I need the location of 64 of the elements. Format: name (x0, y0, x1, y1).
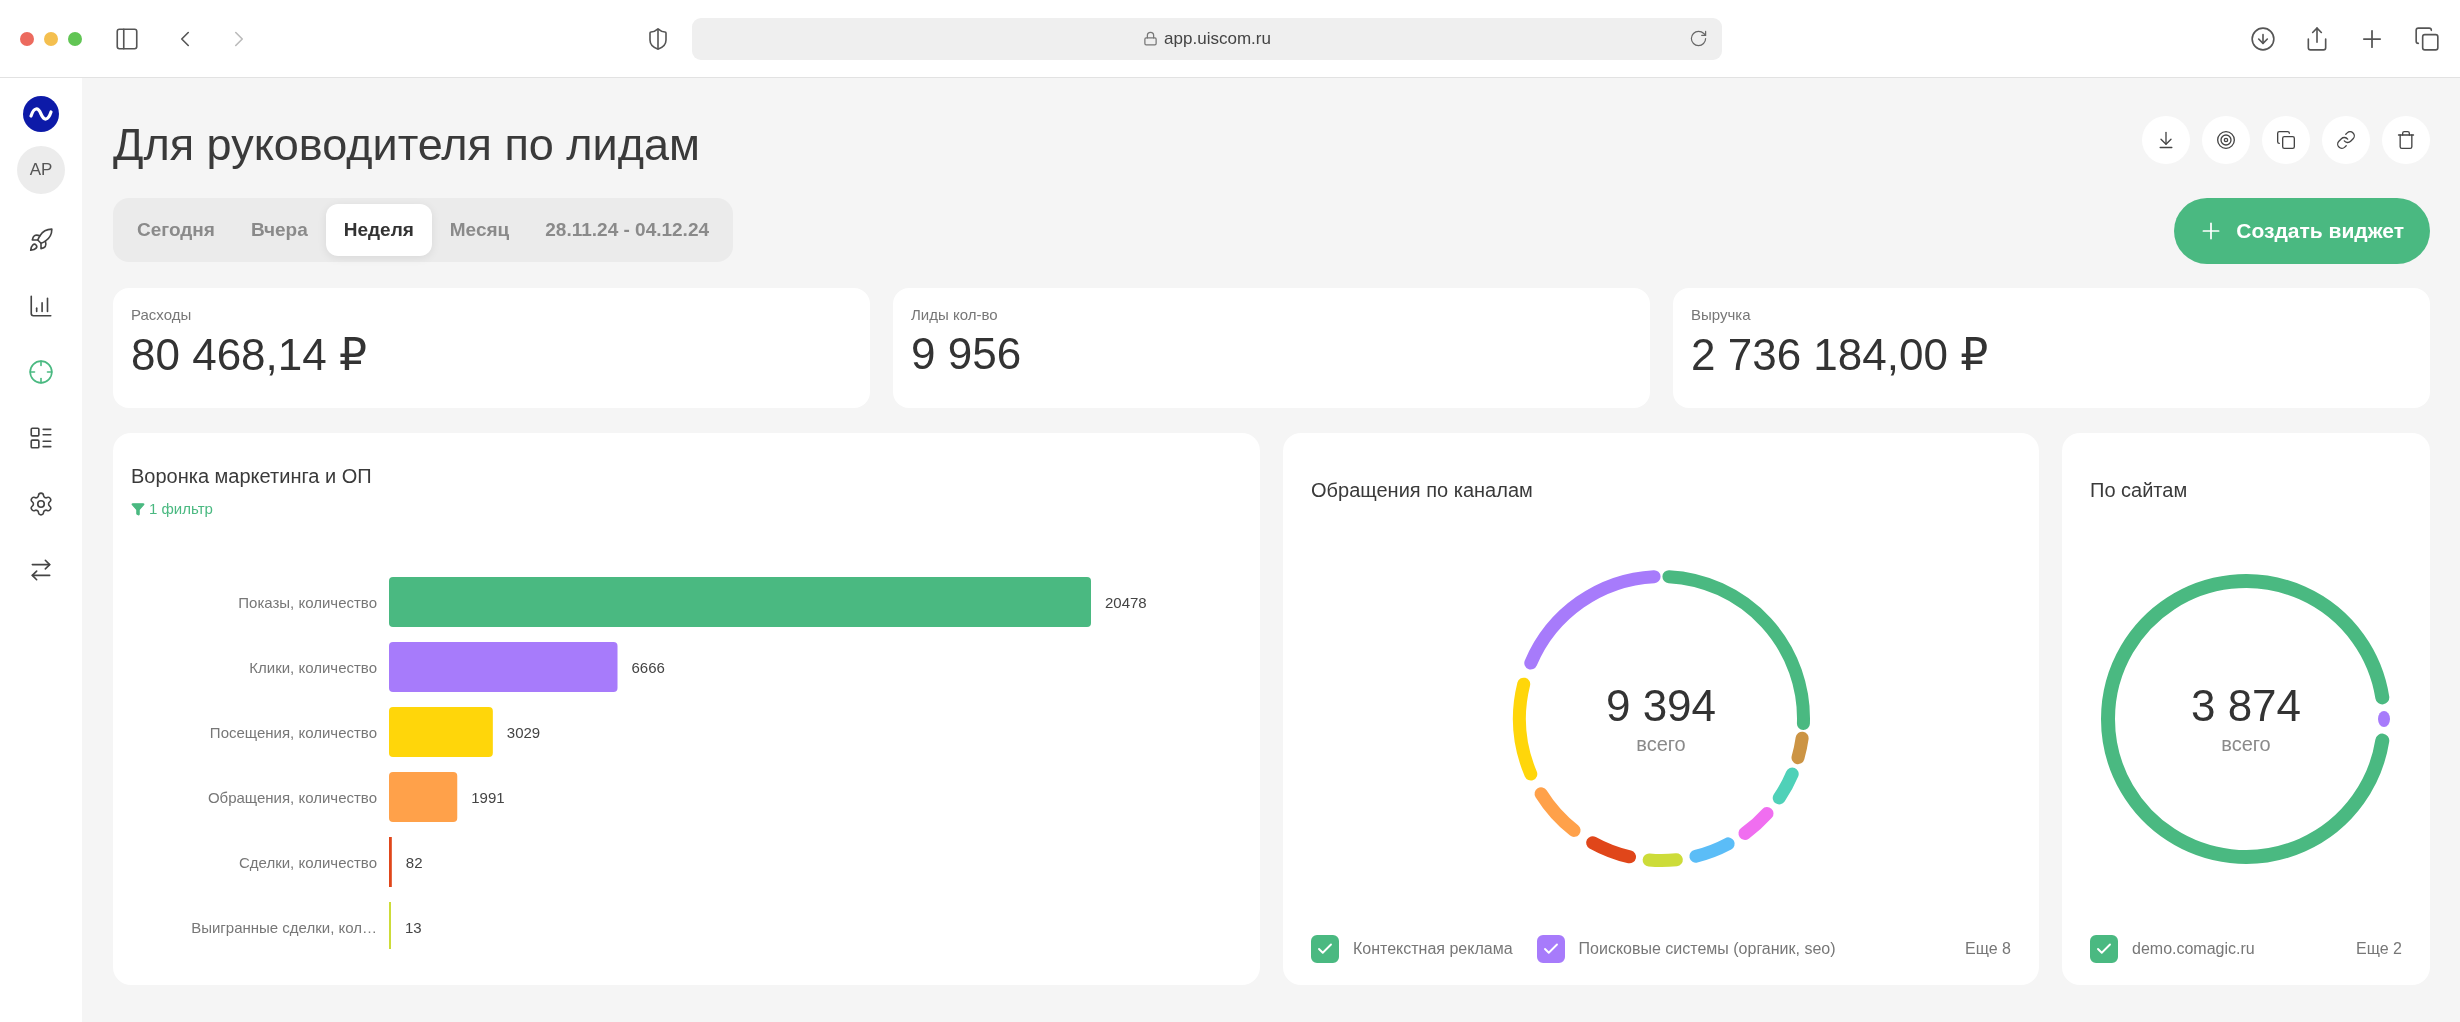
bar (389, 772, 458, 822)
kpi-label: Лиды кол-во (911, 306, 999, 323)
target-button[interactable] (2202, 116, 2250, 164)
legend-checkbox[interactable] (2090, 935, 2118, 963)
delete-button[interactable] (2382, 116, 2430, 164)
kpi-label: Выручка (1691, 306, 1752, 323)
download-button[interactable] (2142, 116, 2190, 164)
lock-icon (1143, 31, 1159, 46)
page-title: Для руководителя по лидам (113, 118, 701, 172)
tabs-icon[interactable] (2414, 25, 2440, 52)
total-label: всего (1636, 733, 1686, 756)
create-widget-button[interactable]: Создать виджет (2174, 198, 2430, 264)
legend-checkbox[interactable] (1536, 935, 1565, 963)
bar (389, 837, 392, 887)
kpi-label: Расходы (131, 306, 193, 323)
bar-value: 13 (405, 919, 422, 936)
sidebar-toggle-icon[interactable] (114, 25, 140, 52)
total-label: всего (2221, 733, 2271, 756)
user-avatar[interactable]: AP (17, 146, 65, 194)
total-value: 9 394 (1605, 681, 1717, 731)
logo-icon[interactable] (23, 96, 59, 132)
bar-label: Обращения, количество (207, 789, 377, 806)
bar-label: Выигранные сделки, кол… (191, 919, 377, 936)
more-link[interactable]: Еще 8 (1965, 940, 2011, 958)
url-text: app.uiscom.ru (1164, 28, 1271, 49)
kpi-value: 9 956 (911, 329, 1023, 379)
kpi-value: 80 468,14 ₽ (131, 329, 368, 380)
bar-value: 20478 (1105, 594, 1147, 611)
copy-icon (2276, 130, 2296, 150)
legend-label: Поисковые системы (органик, seo) (1578, 940, 1836, 958)
kpi-value: 2 736 184,00 ₽ (1691, 329, 1990, 380)
shield-icon[interactable] (646, 26, 670, 51)
legend-checkbox[interactable] (1311, 935, 1339, 963)
period-tab[interactable]: 28.11.24 - 04.12.24 (527, 204, 728, 256)
period-tab[interactable]: Неделя (325, 204, 432, 256)
bar-value: 6666 (631, 659, 665, 676)
link-button[interactable] (2322, 116, 2370, 164)
link-icon (2336, 130, 2356, 150)
reload-icon[interactable] (1689, 28, 1708, 48)
close-window-button[interactable] (20, 31, 34, 46)
target-icon (2216, 130, 2236, 150)
card-title: Обращения по каналам (1311, 479, 1534, 502)
funnel-icon (131, 501, 145, 516)
card-title: По сайтам (2090, 479, 2189, 502)
period-tab[interactable]: Вчера (232, 204, 326, 256)
bar-label: Сделки, количество (239, 854, 377, 871)
period-tab[interactable]: Сегодня (119, 204, 233, 256)
period-tab[interactable]: Месяц (431, 204, 528, 256)
legend-label: demo.comagic.ru (2132, 940, 2255, 958)
filter-link[interactable]: 1 фильтр (131, 500, 213, 517)
bar-label: Клики, количество (249, 659, 377, 676)
trash-icon (2396, 130, 2416, 150)
more-link[interactable]: Еще 2 (2356, 940, 2402, 958)
legend-label: Контекстная реклама (1353, 940, 1513, 958)
card-title: Воронка маркетинга и ОП (131, 465, 373, 488)
address-field[interactable]: app.uiscom.ru (692, 17, 1722, 60)
download-icon[interactable] (2250, 25, 2276, 52)
copy-button[interactable] (2262, 116, 2310, 164)
total-value: 3 874 (2190, 681, 2302, 731)
bar-value: 1991 (471, 789, 505, 806)
bar-value: 3029 (506, 724, 541, 741)
bar-label: Показы, количество (238, 594, 377, 611)
bar-label: Посещения, количество (209, 724, 377, 741)
bar-value: 82 (405, 854, 423, 871)
